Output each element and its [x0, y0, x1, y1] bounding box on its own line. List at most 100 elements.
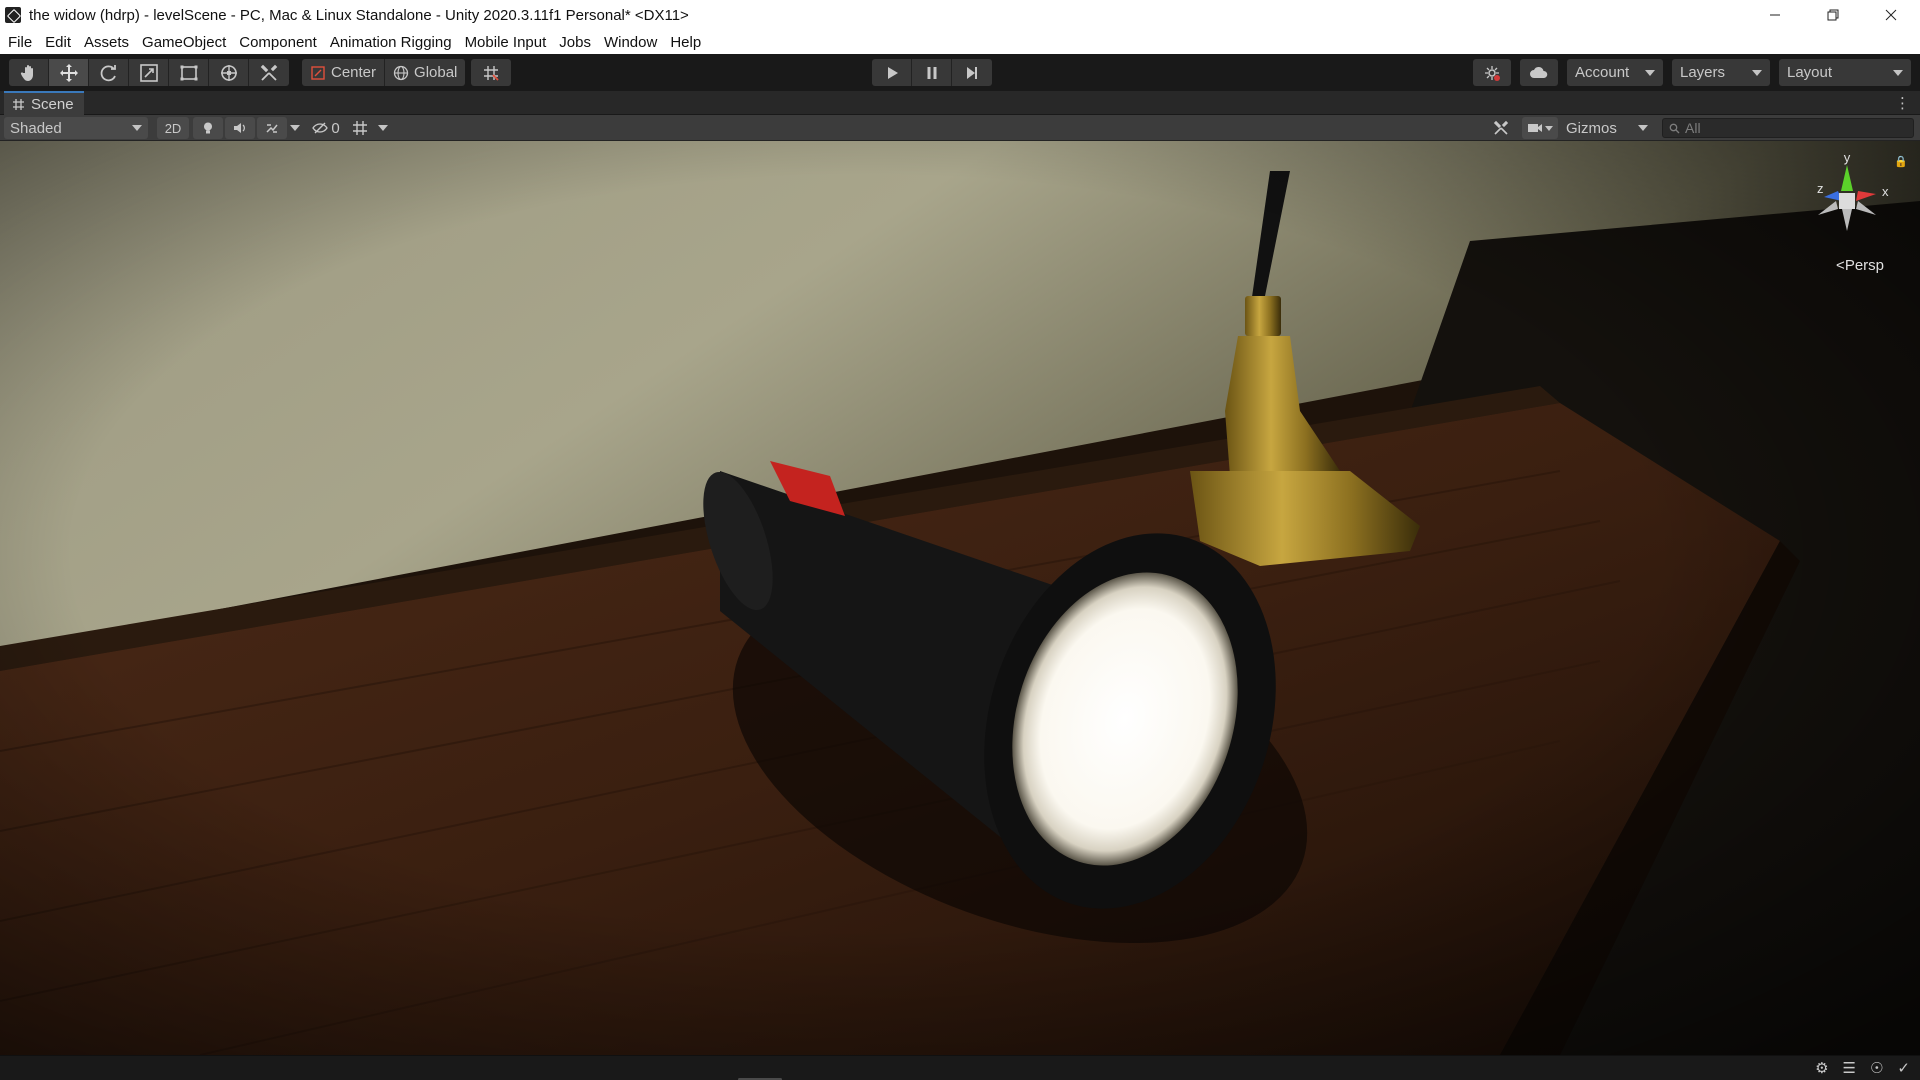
light-bulb-icon	[204, 122, 212, 134]
scene-tab-bar: Scene ⋮	[0, 91, 1920, 115]
axis-z-label: z	[1817, 181, 1824, 196]
gizmos-label: Gizmos	[1566, 119, 1617, 137]
collab-button[interactable]	[1473, 59, 1511, 86]
rect-tool-button[interactable]	[169, 59, 209, 86]
cloud-button[interactable]	[1520, 59, 1558, 86]
step-button[interactable]	[952, 59, 992, 86]
chevron-down-icon	[290, 125, 300, 131]
grid-snap-button[interactable]	[471, 59, 511, 86]
grid-dropdown[interactable]	[375, 117, 391, 139]
hand-tool-button[interactable]	[9, 59, 49, 86]
scene-right-tools: Gizmos	[1486, 117, 1650, 139]
scene-tab-label: Scene	[31, 95, 74, 113]
layers-label: Layers	[1680, 64, 1726, 81]
layers-dropdown[interactable]: Layers	[1672, 59, 1770, 86]
menu-assets[interactable]: Assets	[84, 34, 129, 51]
search-icon	[1669, 123, 1680, 133]
hidden-objects-toggle[interactable]: 0	[307, 117, 345, 139]
move-tool-button[interactable]	[49, 59, 89, 86]
audio-toggle[interactable]	[225, 117, 255, 139]
grid-snap-icon	[484, 65, 499, 81]
menu-mobile-input[interactable]: Mobile Input	[465, 34, 547, 51]
toggle-2d-button[interactable]: 2D	[157, 117, 189, 139]
menu-component[interactable]: Component	[239, 34, 317, 51]
menu-gameobject[interactable]: GameObject	[142, 34, 226, 51]
lighting-toggle[interactable]	[193, 117, 223, 139]
scene-viewport[interactable]: y x z 🔒 <Persp	[0, 141, 1920, 1055]
menu-window[interactable]: Window	[604, 34, 657, 51]
play-button[interactable]	[872, 59, 912, 86]
projection-label[interactable]: <Persp	[1836, 257, 1884, 274]
axis-neg-y-cone[interactable]	[1842, 209, 1852, 231]
axis-y-cone[interactable]	[1841, 165, 1853, 191]
rotate-tool-button[interactable]	[89, 59, 129, 86]
gizmo-center-cube[interactable]	[1839, 193, 1855, 209]
scale-tool-button[interactable]	[129, 59, 169, 86]
transform-tool-button[interactable]	[209, 59, 249, 86]
speaker-icon	[234, 123, 245, 133]
collab-icon	[1485, 65, 1500, 81]
snap-group	[471, 59, 511, 86]
lock-icon[interactable]: 🔒	[1894, 155, 1908, 168]
tools-button[interactable]	[1486, 117, 1516, 139]
playback-controls	[872, 59, 992, 86]
step-icon	[967, 66, 977, 79]
more-options-icon[interactable]: ⋮	[1895, 94, 1910, 112]
layout-dropdown[interactable]: Layout	[1779, 59, 1911, 86]
camera-settings-dropdown[interactable]	[1522, 117, 1558, 139]
grid-icon	[13, 98, 24, 110]
menu-animation-rigging[interactable]: Animation Rigging	[330, 34, 452, 51]
restore-icon	[1827, 9, 1839, 21]
title-bar: the widow (hdrp) - levelScene - PC, Mac …	[0, 0, 1920, 30]
pivot-rotation-label: Global	[414, 64, 458, 81]
effects-toggle[interactable]	[257, 117, 287, 139]
status-icons: ⚙ ☰ ☉ ✓	[1815, 1059, 1910, 1077]
tab-scene[interactable]: Scene	[4, 91, 84, 115]
debug-icon[interactable]: ⚙	[1815, 1059, 1828, 1077]
scene-render	[0, 141, 1920, 1055]
toolbar-right: Account Layers Layout	[1473, 59, 1911, 86]
grid-icon	[353, 121, 367, 135]
rect-tool-icon	[180, 65, 197, 80]
search-placeholder: All	[1685, 120, 1701, 136]
toggle-2d-label: 2D	[164, 120, 182, 136]
menu-bar: File Edit Assets GameObject Component An…	[0, 30, 1920, 54]
menu-help[interactable]: Help	[670, 34, 701, 51]
close-icon	[1885, 9, 1897, 21]
chevron-down-icon	[378, 125, 388, 131]
account-dropdown[interactable]: Account	[1567, 59, 1663, 86]
pivot-mode-toggle[interactable]: Center	[302, 59, 386, 86]
account-label: Account	[1575, 64, 1630, 81]
chevron-down-icon	[132, 125, 142, 131]
effects-icon	[266, 124, 278, 133]
hand-tool-icon	[20, 64, 33, 81]
axis-y-label: y	[1844, 150, 1851, 165]
minimize-icon	[1770, 14, 1780, 16]
custom-tool-button[interactable]	[249, 59, 289, 86]
scene-search-input[interactable]: All	[1662, 118, 1914, 138]
menu-file[interactable]: File	[8, 34, 32, 51]
rotate-tool-icon	[100, 64, 116, 81]
restore-button[interactable]	[1804, 0, 1862, 30]
draw-mode-dropdown[interactable]: Shaded	[4, 117, 148, 139]
chevron-down-icon	[1645, 69, 1655, 76]
check-circle-icon[interactable]: ✓	[1897, 1059, 1910, 1077]
minimize-button[interactable]	[1746, 0, 1804, 30]
layers-status-icon[interactable]: ☰	[1843, 1059, 1856, 1077]
pause-button[interactable]	[912, 59, 952, 86]
effects-dropdown[interactable]	[287, 117, 303, 139]
close-button[interactable]	[1862, 0, 1920, 30]
pivot-rotation-toggle[interactable]: Global	[385, 59, 466, 86]
menu-jobs[interactable]: Jobs	[559, 34, 591, 51]
status-bar: ⚙ ☰ ☉ ✓	[0, 1055, 1920, 1080]
axis-neg-z-cone[interactable]	[1856, 201, 1876, 215]
axis-x-cone[interactable]	[1856, 191, 1876, 201]
menu-edit[interactable]: Edit	[45, 34, 71, 51]
tools-icon	[1493, 120, 1509, 135]
gizmos-dropdown[interactable]: Gizmos	[1564, 117, 1650, 139]
axis-neg-x-cone[interactable]	[1818, 201, 1838, 215]
grid-toggle[interactable]	[345, 117, 375, 139]
globe-icon	[393, 65, 409, 80]
camera-icon	[1528, 124, 1542, 132]
auto-generate-lighting-icon[interactable]: ☉	[1870, 1059, 1883, 1077]
